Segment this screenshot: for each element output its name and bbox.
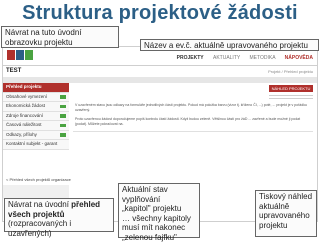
callout-text: Název a ev.č. aktuálně upravovaného proj…: [144, 41, 308, 50]
divider: [269, 95, 313, 96]
callout-chapters-state: Aktuální stav vyplňování „kapitol" proje…: [118, 183, 200, 238]
project-name: TEST: [6, 68, 21, 74]
nav-metodika[interactable]: METODIKA: [250, 55, 276, 61]
check-icon: [60, 105, 66, 109]
nav-projekty[interactable]: PROJEKTY: [177, 55, 204, 61]
check-icon: [60, 95, 66, 99]
sidebar-item-label: Ekonomická žádost: [6, 103, 45, 108]
logo: [7, 50, 33, 60]
callout-text: Návrat na úvodní: [8, 200, 71, 209]
callout-all-projects: Návrat na úvodní přehled všech projektů …: [4, 198, 114, 232]
callout-text: „zelenou fajfku": [122, 233, 196, 242]
sidebar-item-label: Časová náležitost: [6, 122, 42, 127]
sidebar-item-label: Odkazy, přílohy: [6, 132, 37, 137]
divider: [73, 131, 313, 132]
nav-napoveda[interactable]: NÁPOVĚDA: [285, 55, 313, 61]
check-icon: [60, 114, 66, 118]
sidebar-item-ekonomicka[interactable]: Ekonomická žádost: [3, 102, 69, 112]
top-nav: PROJEKTY AKTUALITY METODIKA NÁPOVĚDA: [169, 55, 313, 61]
sidebar-item-obsah[interactable]: Obsahové vymezení požadavku: [3, 93, 69, 103]
divider: [3, 65, 317, 66]
sidebar-footer: [3, 185, 69, 199]
callout-project-name: Název a ev.č. aktuálně upravovaného proj…: [140, 39, 319, 51]
main-content: V uzavřeném stavu jsou odkazy na formulá…: [75, 103, 311, 131]
check-icon: [60, 124, 66, 128]
breadcrumb: Projekt / Přehled projektu: [268, 69, 313, 74]
sidebar-item-casova[interactable]: Časová náležitost: [3, 121, 69, 131]
sidebar-item-label: Přehled projektu: [6, 84, 42, 89]
callout-text: Návrat na tuto úvodní obrazovku projektu: [5, 28, 82, 47]
preview-button[interactable]: NÁHLED PROJEKTU: [269, 85, 313, 92]
sidebar-item-odkazy[interactable]: Odkazy, přílohy: [3, 131, 69, 141]
check-icon: [60, 133, 66, 137]
sidebar-item-zdroje[interactable]: Zdroje financování: [3, 112, 69, 122]
intro-text: Proto uzavřenou žádost doporučujeme popí…: [75, 117, 311, 127]
callout-home-link: Návrat na tuto úvodní obrazovku projektu: [1, 26, 119, 48]
sidebar-item-label: Kontaktní subjekt - garant: [6, 141, 57, 146]
sidebar: Přehled projektu Obsahové vymezení požad…: [3, 83, 69, 183]
all-projects-link[interactable]: < Přehled všech projektů organizace: [6, 177, 71, 182]
callout-text: … všechny kapitoly: [122, 214, 196, 224]
sidebar-item-label: Zdroje financování: [6, 113, 43, 118]
callout-text: Tiskový náhled aktuálně upravovaného pro…: [259, 192, 312, 230]
intro-text: V uzavřeném stavu jsou odkazy na formulá…: [75, 103, 311, 113]
nav-aktuality[interactable]: AKTUALITY: [213, 55, 240, 61]
sidebar-item-prehled[interactable]: Přehled projektu: [3, 83, 69, 93]
callout-text: „kapitol" projektu: [122, 204, 196, 214]
sidebar-item-kontakt[interactable]: Kontaktní subjekt - garant: [3, 140, 69, 150]
callout-text: Aktuální stav vyplňování: [122, 185, 196, 204]
callout-text: musí mít nakonec: [122, 223, 196, 233]
slide-title: Struktura projektové žádosti: [0, 1, 320, 25]
callout-text: (rozpracovaných i uzavřených): [8, 219, 110, 238]
callout-print-preview: Tiskový náhled aktuálně upravovaného pro…: [255, 190, 317, 237]
divider: [269, 98, 313, 99]
